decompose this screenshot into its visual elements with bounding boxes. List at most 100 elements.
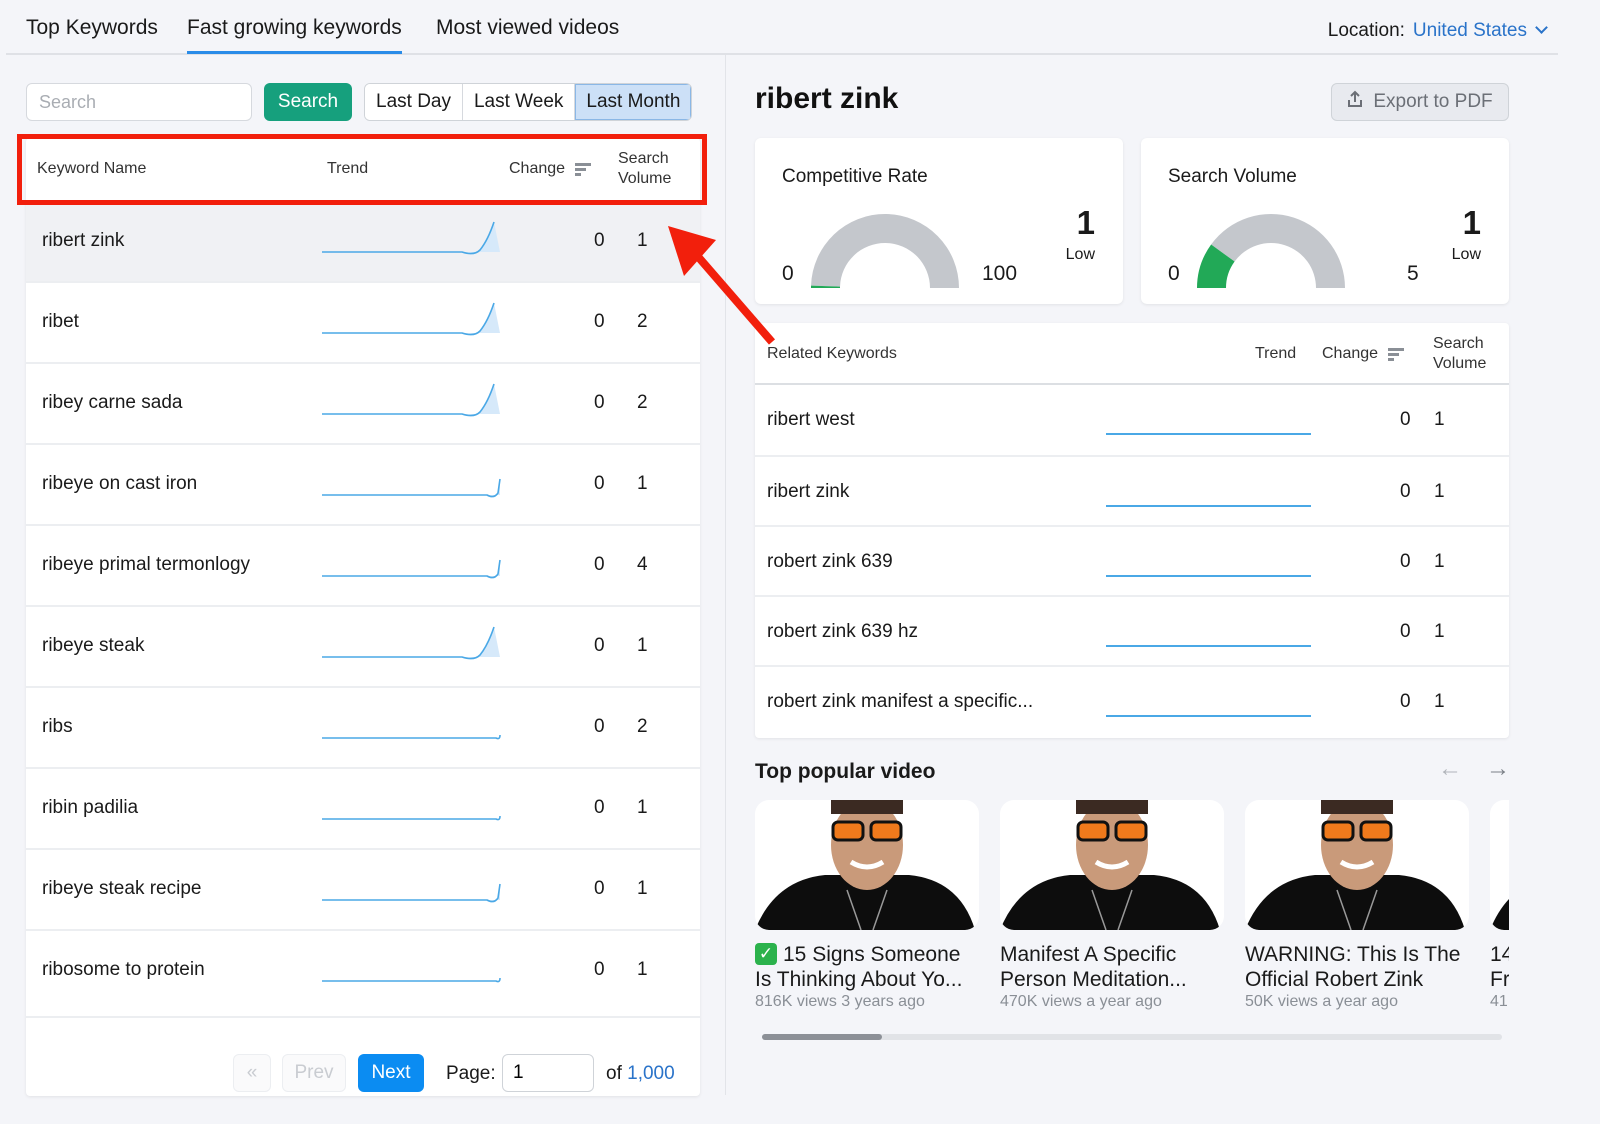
change-value: 0	[594, 797, 605, 818]
competitive-rate-gauge	[811, 213, 959, 288]
next-page-button[interactable]: Next	[358, 1054, 424, 1092]
keyword-name[interactable]: ribeye on cast iron	[42, 473, 197, 495]
volume-value: 1	[1434, 551, 1445, 572]
period-last-month[interactable]: Last Month	[575, 84, 692, 120]
gauge-track	[811, 213, 959, 288]
video-title[interactable]: Manifest A Specific Person Meditation...	[1000, 942, 1224, 992]
keyword-row[interactable]: ribosome to protein 0 1	[26, 929, 700, 1010]
keyword-name[interactable]: ribert zink	[42, 230, 124, 252]
keyword-name[interactable]: ribosome to protein	[42, 959, 205, 981]
chevron-down-icon[interactable]	[1535, 21, 1548, 34]
video-meta: 41	[1490, 993, 1508, 1010]
trend-sparkline	[322, 559, 501, 579]
carousel-scrollbar[interactable]	[762, 1034, 1502, 1040]
video-title[interactable]: ✓ 15 Signs Someone Is Thinking About Yo...	[755, 942, 979, 992]
keyword-row[interactable]: ribert zink 0 1	[26, 200, 700, 281]
keyword-table-header: Keyword Name Trend Change Search Volume	[26, 138, 700, 200]
header-change-label: Change	[509, 160, 566, 177]
header-trend: Trend	[1255, 345, 1297, 362]
location-selector[interactable]: Location: United States	[1328, 20, 1548, 42]
keyword-row[interactable]: ribeye primal termonlogy 0 4	[26, 524, 700, 605]
keyword-name[interactable]: ribey carne sada	[42, 392, 182, 414]
related-keyword-name[interactable]: ribert zink	[767, 481, 849, 503]
related-keyword-row[interactable]: robert zink manifest a specific... 0 1	[755, 665, 1509, 735]
related-keyword-row[interactable]: robert zink 639 hz 0 1	[755, 595, 1509, 665]
video-card[interactable]: Manifest A Specific Person Meditation... 4…	[1000, 800, 1224, 1011]
related-keyword-name[interactable]: robert zink manifest a specific...	[767, 691, 1033, 713]
related-keywords-table: Related Keywords Trend Change Search Volu…	[755, 323, 1509, 738]
video-card[interactable]: ✓ 15 Signs Someone Is Thinking About Yo...…	[755, 800, 979, 1011]
keyword-name[interactable]: ribeye steak recipe	[42, 878, 201, 900]
period-last-week[interactable]: Last Week	[462, 84, 576, 120]
related-keyword-row[interactable]: ribert zink 0 1	[755, 455, 1509, 525]
person-thumbnail-image	[1000, 800, 1220, 930]
keyword-name[interactable]: ribeye primal termonlogy	[42, 554, 250, 576]
export-pdf-button[interactable]: Export to PDF	[1331, 83, 1509, 121]
keyword-name[interactable]: ribs	[42, 716, 73, 738]
change-value: 0	[594, 554, 605, 575]
keyword-row[interactable]: ribey carne sada 0 2	[26, 362, 700, 443]
video-meta: 816K views 3 years ago	[755, 993, 925, 1010]
keyword-row[interactable]: ribin padilia 0 1	[26, 767, 700, 848]
location-value[interactable]: United States	[1413, 20, 1527, 41]
video-thumbnail[interactable]	[1490, 800, 1509, 930]
gauge-max: 5	[1407, 262, 1419, 285]
first-page-button[interactable]: «	[233, 1054, 271, 1092]
top-tab-bar: Top Keywords Fast growing keywords Most …	[6, 0, 1558, 55]
header-change[interactable]: Change	[509, 138, 592, 200]
header-keyword-name[interactable]: Keyword Name	[37, 138, 146, 200]
tab-fast-growing-keywords[interactable]: Fast growing keywords	[187, 16, 402, 54]
video-title-line1: Manifest A Specific	[1000, 943, 1177, 966]
gauge-max: 100	[982, 262, 1018, 285]
trend-line	[322, 221, 495, 255]
trend-sparkline	[322, 221, 500, 255]
search-input[interactable]	[26, 83, 252, 121]
trend-sparkline	[1106, 433, 1311, 435]
video-thumbnail[interactable]	[755, 800, 979, 930]
keyword-name[interactable]: ribin padilia	[42, 797, 138, 819]
video-title[interactable]: 14 Fr	[1490, 942, 1509, 992]
person-thumbnail-image	[1245, 800, 1465, 930]
header-change[interactable]: Change	[1322, 323, 1405, 385]
sort-icon[interactable]	[575, 162, 592, 176]
sort-icon[interactable]	[1388, 347, 1405, 361]
related-keyword-name[interactable]: robert zink 639 hz	[767, 621, 918, 643]
related-keyword-name[interactable]: ribert west	[767, 409, 855, 431]
video-title[interactable]: WARNING: This Is The Official Robert Zink	[1245, 942, 1469, 992]
arrow-left-icon[interactable]: ←	[1438, 755, 1462, 783]
video-thumbnail[interactable]	[1000, 800, 1224, 930]
volume-value: 1	[637, 878, 648, 899]
change-value: 0	[594, 635, 605, 656]
video-card[interactable]: 14 Fr 41	[1490, 800, 1509, 1011]
trend-sparkline	[1106, 505, 1311, 507]
related-keyword-row[interactable]: robert zink 639 0 1	[755, 525, 1509, 595]
competitive-rate-card: Competitive Rate 0 100 1 Low	[755, 138, 1123, 304]
search-button[interactable]: Search	[264, 83, 352, 121]
upload-icon	[1347, 90, 1363, 114]
tab-top-keywords[interactable]: Top Keywords	[26, 16, 158, 51]
trend-line	[322, 883, 501, 903]
scrollbar-thumb[interactable]	[762, 1034, 882, 1040]
period-last-day[interactable]: Last Day	[365, 84, 463, 120]
video-card[interactable]: WARNING: This Is The Official Robert Zink…	[1245, 800, 1469, 1011]
keyword-row[interactable]: ribet 0 2	[26, 281, 700, 362]
arrow-right-icon[interactable]: →	[1486, 755, 1510, 783]
related-keyword-row[interactable]: ribert west 0 1	[755, 385, 1509, 455]
trend-line	[322, 626, 495, 660]
header-search-volume[interactable]: Search Volume	[1433, 323, 1486, 385]
video-thumbnail[interactable]	[1245, 800, 1469, 930]
keyword-row[interactable]: ribs 0 2	[26, 686, 700, 767]
tab-most-viewed-videos[interactable]: Most viewed videos	[436, 16, 619, 51]
prev-page-button[interactable]: Prev	[282, 1054, 346, 1092]
keyword-row[interactable]: ribeye on cast iron 0 1	[26, 443, 700, 524]
keyword-name[interactable]: ribeye steak	[42, 635, 144, 657]
related-keyword-name[interactable]: robert zink 639	[767, 551, 893, 573]
page-number-input[interactable]	[502, 1054, 594, 1092]
keyword-row[interactable]: ribeye steak recipe 0 1	[26, 848, 700, 929]
gauge-min: 0	[782, 262, 794, 285]
keyword-row[interactable]: ribeye steak 0 1	[26, 605, 700, 686]
change-value: 0	[1400, 409, 1411, 430]
header-search-volume[interactable]: Search Volume	[618, 138, 671, 200]
keyword-name[interactable]: ribet	[42, 311, 79, 333]
competitive-rate-level: Low	[1065, 246, 1095, 263]
